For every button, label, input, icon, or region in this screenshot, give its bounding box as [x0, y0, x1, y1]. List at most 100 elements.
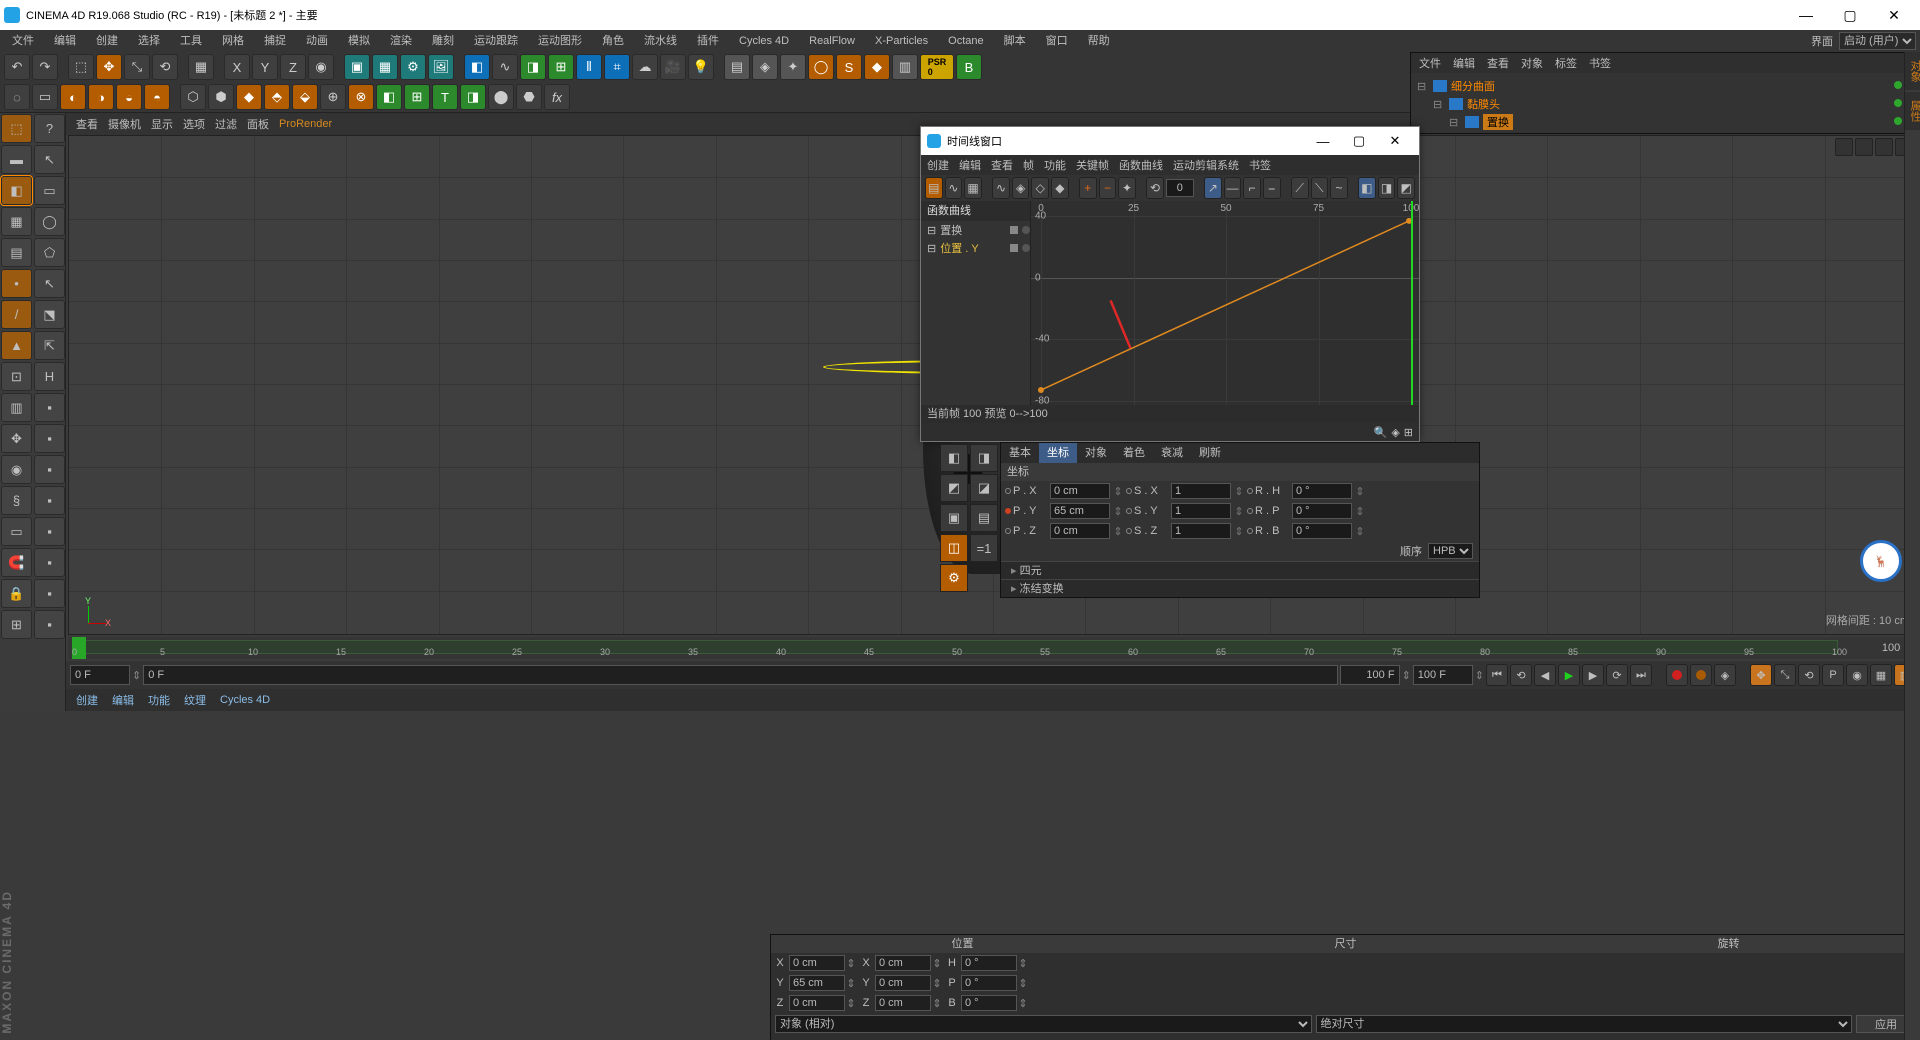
tw-menu-1[interactable]: 编辑 — [959, 157, 981, 173]
tw-menu-3[interactable]: 帧 — [1023, 157, 1034, 173]
dynamics-2[interactable]: ⬣ — [516, 84, 542, 110]
mesh-tool-4[interactable]: ⬘ — [264, 84, 290, 110]
quaternion-section[interactable]: 四元 — [1001, 561, 1479, 579]
prev-key[interactable]: ⟲ — [1510, 664, 1532, 686]
menu-1[interactable]: 编辑 — [46, 30, 84, 52]
attr-mode-7[interactable]: ◫ — [940, 534, 968, 562]
val-S . Z[interactable] — [1171, 523, 1231, 539]
timeline-titlebar[interactable]: 时间线窗口 — ▢ ✕ — [921, 127, 1419, 155]
menu-0[interactable]: 文件 — [4, 30, 42, 52]
anim-dot-P . Y[interactable] — [1005, 508, 1011, 514]
attr-tab-1[interactable]: 坐标 — [1039, 443, 1077, 463]
side-tab-1[interactable]: 属性 — [1905, 92, 1920, 130]
attr-tab-5[interactable]: 刷新 — [1191, 443, 1229, 463]
vp-zoom-icon[interactable] — [1855, 138, 1873, 156]
mode-uv-points[interactable]: ⊡ — [1, 362, 32, 391]
end-frame-field[interactable] — [1413, 665, 1473, 685]
dummy6[interactable]: ▪ — [34, 548, 65, 577]
psr-reset[interactable]: PSR0 — [920, 54, 954, 80]
tl-mode-fcurve[interactable]: ∿ — [945, 177, 963, 199]
axis-z-toggle[interactable]: Z — [280, 54, 306, 80]
vp-menu-5[interactable]: 面板 — [247, 116, 269, 132]
val-R . B[interactable] — [1292, 523, 1352, 539]
timeline-ruler[interactable]: 100 F 0510152025303540455055606570758085… — [68, 637, 1918, 659]
dummy4[interactable]: ▪ — [34, 486, 65, 515]
minimize-button[interactable]: — — [1784, 0, 1828, 30]
val-P . X[interactable] — [1050, 483, 1110, 499]
add-subdiv[interactable]: ⊞ — [548, 54, 574, 80]
val-R . P[interactable] — [1292, 503, 1352, 519]
menu-6[interactable]: 捕捉 — [256, 30, 294, 52]
plugin-diamond[interactable]: ◆ — [864, 54, 890, 80]
add-environment[interactable]: ☁ — [632, 54, 658, 80]
tl-filter-4[interactable]: ◆ — [1051, 177, 1069, 199]
sel-live[interactable]: ◌ — [4, 84, 30, 110]
mograph-effector[interactable]: ◨ — [460, 84, 486, 110]
menu-20[interactable]: 脚本 — [996, 30, 1034, 52]
obj-menu-1[interactable]: 编辑 — [1453, 55, 1475, 71]
viewport-solo[interactable]: ◉ — [1, 455, 32, 484]
vp-pan-icon[interactable] — [1835, 138, 1853, 156]
menu-13[interactable]: 角色 — [594, 30, 632, 52]
goto-end[interactable]: ⏭ — [1630, 664, 1652, 686]
render-region[interactable]: ▦ — [372, 54, 398, 80]
lasso-tool[interactable]: ◯ — [34, 207, 65, 236]
mode-texture[interactable]: ▦ — [1, 207, 32, 236]
menu-11[interactable]: 运动跟踪 — [466, 30, 526, 52]
mesh-tool-3[interactable]: ◆ — [236, 84, 262, 110]
redo-button[interactable]: ↷ — [32, 54, 58, 80]
attr-mode-2[interactable]: ◨ — [970, 444, 998, 472]
close-button[interactable]: ✕ — [1872, 0, 1916, 30]
attr-mode-1[interactable]: ◧ — [940, 444, 968, 472]
misc-3[interactable]: ✦ — [780, 54, 806, 80]
autokey[interactable] — [1690, 664, 1712, 686]
menu-15[interactable]: 插件 — [689, 30, 727, 52]
picture-viewer[interactable]: 🖼 — [428, 54, 454, 80]
attr-tab-0[interactable]: 基本 — [1001, 443, 1039, 463]
tl-filter-2[interactable]: ◈ — [1012, 177, 1030, 199]
menu-12[interactable]: 运动图形 — [530, 30, 590, 52]
attr-tab-2[interactable]: 对象 — [1077, 443, 1115, 463]
obj-row-细分曲面[interactable]: ⊟细分曲面 — [1417, 77, 1913, 95]
range-start-field[interactable] — [143, 665, 1337, 685]
rotate-tool[interactable]: ⟲ — [152, 54, 178, 80]
recent-tool[interactable]: ▦ — [188, 54, 214, 80]
sel-mode-1[interactable]: ◐ — [60, 84, 86, 110]
vp-menu-1[interactable]: 摄像机 — [108, 116, 141, 132]
vp-menu-0[interactable]: 查看 — [76, 116, 98, 132]
mode-model[interactable]: ▬ — [1, 145, 32, 174]
mesh-tool-6[interactable]: ⊕ — [320, 84, 346, 110]
goto-start[interactable]: ⏮ — [1486, 664, 1508, 686]
attr-tab-3[interactable]: 着色 — [1115, 443, 1153, 463]
render-settings[interactable]: ⚙ — [400, 54, 426, 80]
track-置换[interactable]: ⊟置换 — [921, 221, 1030, 239]
misc-2[interactable]: ◈ — [752, 54, 778, 80]
tl-foot-1[interactable]: 🔍 — [1374, 426, 1388, 439]
tl-curve-2[interactable]: ⟍ — [1311, 177, 1329, 199]
obj-menu-0[interactable]: 文件 — [1419, 55, 1441, 71]
undo-button[interactable]: ↶ — [4, 54, 30, 80]
tl-frame-input[interactable] — [1166, 179, 1194, 197]
workplane-toggle[interactable]: ▭ — [1, 517, 32, 546]
extrude-tool[interactable]: ⇱ — [34, 331, 65, 360]
record-key[interactable] — [1666, 664, 1688, 686]
vp-menu-3[interactable]: 选项 — [183, 116, 205, 132]
attr-mode-4[interactable]: ◪ — [970, 474, 998, 502]
rot-B[interactable] — [961, 995, 1017, 1011]
menu-16[interactable]: Cycles 4D — [731, 30, 797, 52]
object-name[interactable]: 黏膜头 — [1467, 96, 1500, 112]
timeline-maximize[interactable]: ▢ — [1341, 133, 1377, 149]
freeze-transform-section[interactable]: 冻结变换 — [1001, 579, 1479, 597]
pos-Z[interactable] — [789, 995, 845, 1011]
tw-menu-7[interactable]: 运动剪辑系统 — [1173, 157, 1239, 173]
obj-row-置换[interactable]: ⊟置换 — [1417, 113, 1913, 131]
tl-foot-2[interactable]: ◈ — [1391, 426, 1399, 439]
object-name[interactable]: 置换 — [1483, 114, 1513, 130]
bevel-tool[interactable]: ⬔ — [34, 300, 65, 329]
select-tool[interactable]: ⬚ — [68, 54, 94, 80]
menu-7[interactable]: 动画 — [298, 30, 336, 52]
tw-menu-5[interactable]: 关键帧 — [1076, 157, 1109, 173]
vp-menu-6[interactable]: ProRender — [279, 118, 332, 130]
keyframe-0[interactable] — [1038, 387, 1044, 393]
val-S . Y[interactable] — [1171, 503, 1231, 519]
